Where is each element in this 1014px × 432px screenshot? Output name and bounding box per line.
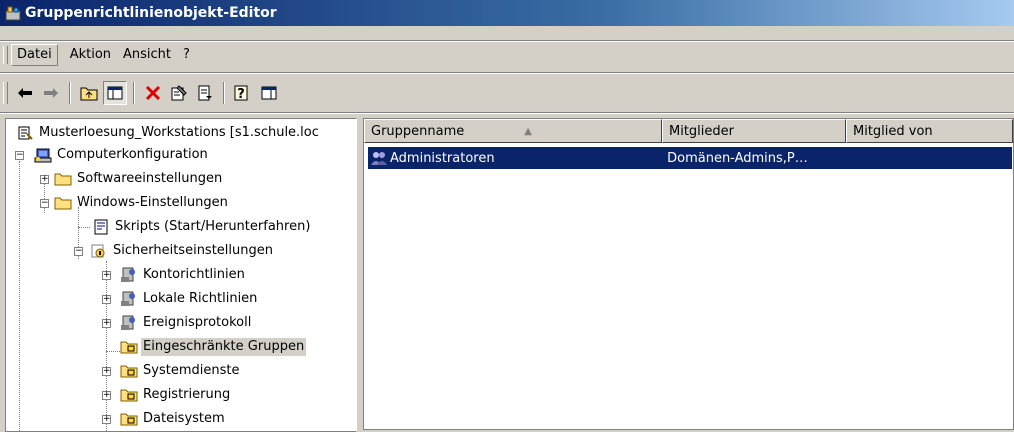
secure-folder-icon: [120, 411, 138, 427]
window-title: Gruppenrichtlinienobjekt-Editor: [25, 5, 277, 21]
tree-connector: [19, 161, 20, 431]
table-row[interactable]: Administratoren Domänen-Admins,P…: [368, 147, 1012, 169]
divider: [0, 72, 1014, 74]
details-list[interactable]: Gruppenname ▲ Mitglieder Mitglied von Ad…: [363, 118, 1014, 430]
group-icon: [370, 150, 388, 166]
secure-folder-icon: [120, 387, 138, 403]
tree-item-kontorichtlinien[interactable]: Kontorichtlinien: [120, 264, 247, 286]
list-header: Gruppenname ▲ Mitglieder Mitglied von: [364, 119, 1013, 143]
menu-aktion[interactable]: Aktion: [64, 45, 117, 65]
column-header-gruppenname[interactable]: Gruppenname ▲: [364, 119, 662, 143]
pane-splitter[interactable]: [359, 118, 361, 430]
computer-icon: [34, 147, 52, 163]
tree-item-sicherheitseinstellungen[interactable]: Sicherheitseinstellungen: [90, 240, 275, 262]
tree-item-dateisystem[interactable]: Dateisystem: [120, 408, 227, 430]
toolbar-separator: [223, 82, 225, 104]
up-folder-icon[interactable]: [77, 81, 101, 105]
tree-root[interactable]: Musterloesung_Workstations [s1.schule.lo…: [16, 122, 321, 144]
tree-item-computerkonfiguration[interactable]: Computerkonfiguration: [34, 144, 210, 166]
export-list-icon[interactable]: [193, 81, 217, 105]
policy-icon: [120, 267, 138, 283]
tree-item-eingeschraenkte-gruppen[interactable]: Eingeschränkte Gruppen: [120, 336, 307, 358]
policy-icon: [120, 315, 138, 331]
menu-grip[interactable]: [3, 46, 8, 64]
script-icon: [92, 219, 110, 235]
delete-icon[interactable]: [141, 81, 165, 105]
policy-icon: [120, 291, 138, 307]
sort-ascending-icon: ▲: [524, 125, 532, 137]
menu-help[interactable]: ?: [177, 45, 196, 65]
console-icon[interactable]: [257, 81, 281, 105]
collapse-toggle[interactable]: −: [40, 199, 49, 208]
cell-gruppenname: Administratoren: [390, 150, 495, 166]
security-icon: [90, 243, 108, 259]
properties-icon[interactable]: [167, 81, 191, 105]
collapse-toggle[interactable]: −: [15, 151, 24, 160]
expand-toggle[interactable]: +: [102, 391, 111, 400]
toolbar: ?: [0, 78, 1014, 108]
cell-mitglieder: Domänen-Admins,P…: [667, 150, 808, 166]
expand-toggle[interactable]: +: [102, 367, 111, 376]
tree-connector: [106, 351, 120, 352]
expand-toggle[interactable]: +: [102, 295, 111, 304]
tree-pane[interactable]: Musterloesung_Workstations [s1.schule.lo…: [5, 118, 357, 432]
title-bar: Gruppenrichtlinienobjekt-Editor: [0, 0, 1014, 26]
tree-item-lokale-richtlinien[interactable]: Lokale Richtlinien: [120, 288, 259, 310]
toolbar-separator: [69, 82, 71, 104]
selected-node-label: Eingeschränkte Gruppen: [141, 338, 307, 356]
secure-folder-icon: [120, 339, 138, 355]
tree-item-softwareeinstellungen[interactable]: Softwareeinstellungen: [54, 168, 224, 190]
tree-item-registrierung[interactable]: Registrierung: [120, 384, 232, 406]
collapse-toggle[interactable]: −: [74, 247, 83, 256]
tree-connector: [78, 227, 90, 228]
tree-item-ereignisprotokoll[interactable]: Ereignisprotokoll: [120, 312, 253, 334]
expand-toggle[interactable]: +: [102, 319, 111, 328]
folder-icon: [54, 171, 72, 187]
folder-open-icon: [54, 195, 72, 211]
tree-connector: [106, 261, 107, 431]
svg-text:?: ?: [237, 87, 245, 101]
tree-root-label: Musterloesung_Workstations [s1.schule.lo…: [39, 125, 319, 140]
divider: [0, 40, 1014, 42]
gpo-script-icon: [16, 125, 34, 141]
help-icon[interactable]: ?: [231, 81, 255, 105]
menu-ansicht[interactable]: Ansicht: [117, 45, 177, 65]
forward-arrow-icon[interactable]: [39, 81, 63, 105]
show-hide-tree-icon[interactable]: [103, 81, 127, 105]
secure-folder-icon: [120, 363, 138, 379]
gpedit-icon: [5, 5, 21, 21]
toolbar-separator: [133, 82, 135, 104]
column-header-mitglied-von[interactable]: Mitglied von: [846, 119, 1013, 143]
toolbar-grip[interactable]: [3, 82, 8, 104]
tree-item-windows-einstellungen[interactable]: Windows-Einstellungen: [54, 192, 230, 214]
back-arrow-icon[interactable]: [13, 81, 37, 105]
tree-item-skripts[interactable]: Skripts (Start/Herunterfahren): [92, 216, 312, 238]
menu-datei[interactable]: Datei: [11, 44, 58, 66]
tree-item-systemdienste[interactable]: Systemdienste: [120, 360, 241, 382]
menu-bar: Datei Aktion Ansicht ?: [0, 44, 1014, 66]
expand-toggle[interactable]: +: [102, 271, 111, 280]
expand-toggle[interactable]: +: [40, 175, 49, 184]
expand-toggle[interactable]: +: [102, 415, 111, 424]
column-header-mitglieder[interactable]: Mitglieder: [662, 119, 846, 143]
divider: [0, 112, 1014, 114]
